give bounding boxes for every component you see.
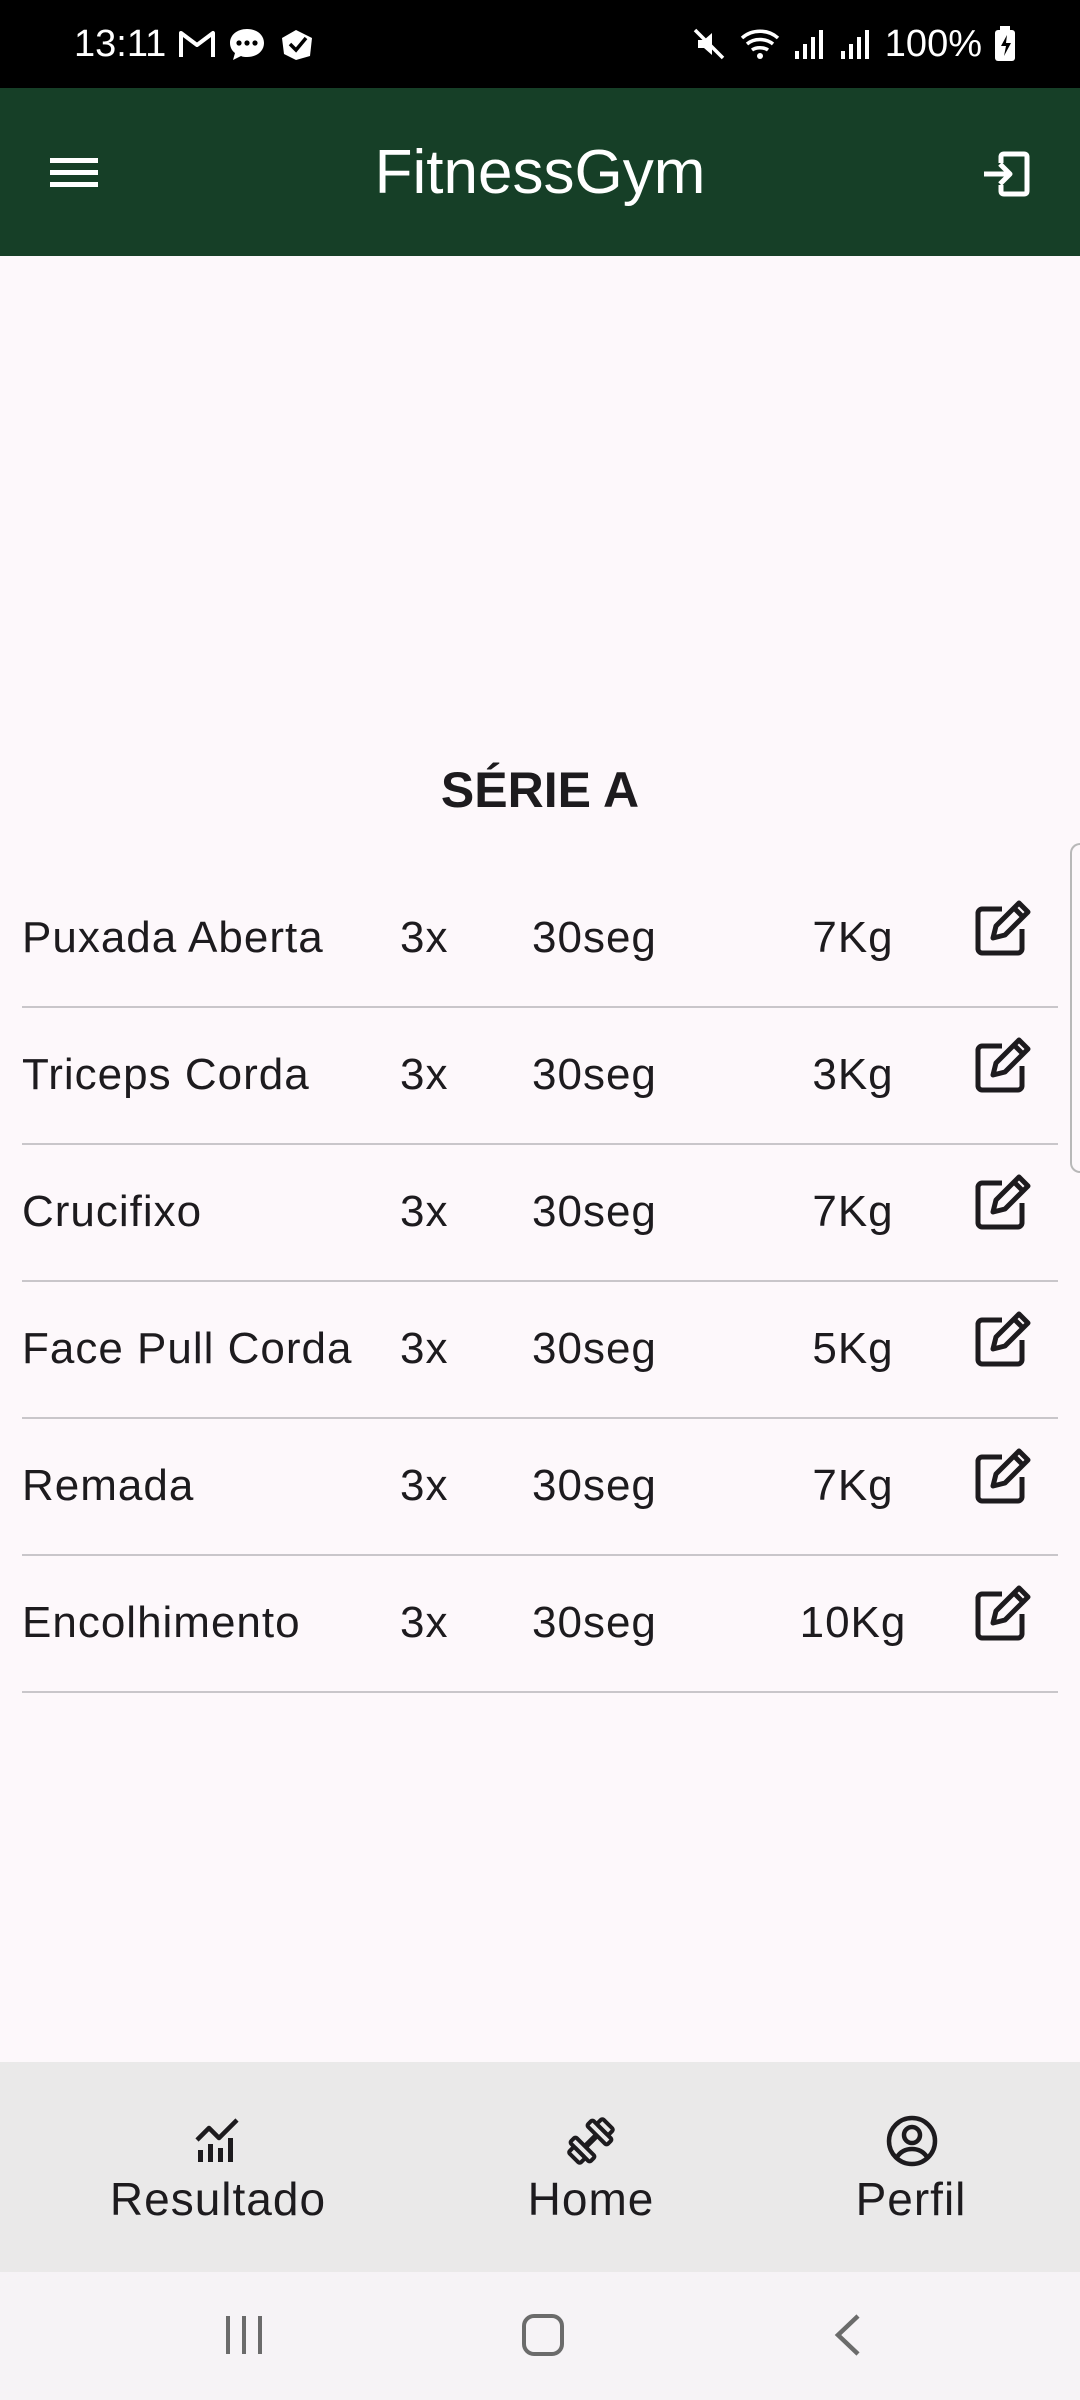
- edit-icon: [975, 1311, 1031, 1367]
- logout-icon: [984, 151, 1030, 197]
- home-icon: [522, 2314, 564, 2356]
- exercise-row: Crucifixo 3x 30seg 7Kg: [22, 1145, 1058, 1282]
- edit-icon: [975, 900, 1031, 956]
- exercise-row: Encolhimento 3x 30seg 10Kg: [22, 1556, 1058, 1693]
- menu-button[interactable]: [48, 146, 102, 200]
- exercise-row: Remada 3x 30seg 7Kg: [22, 1419, 1058, 1556]
- nav-home-label: Home: [527, 2173, 655, 2225]
- exercise-name: Triceps Corda: [22, 1050, 310, 1099]
- exercise-sets: 3x: [400, 1050, 449, 1099]
- exercise-name: Puxada Aberta: [22, 913, 324, 962]
- back-button[interactable]: [828, 2312, 868, 2363]
- back-icon: [834, 2314, 860, 2356]
- account-circle-icon: [886, 2115, 938, 2167]
- edit-exercise-button[interactable]: [972, 1584, 1032, 1644]
- recents-icon: [226, 2316, 262, 2354]
- app-title: FitnessGym: [374, 137, 706, 207]
- exercise-sets: 3x: [400, 1324, 449, 1373]
- exercise-name: Face Pull Corda: [22, 1324, 353, 1373]
- exercise-table: Puxada Aberta 3x 30seg 7Kg Triceps Corda…: [22, 871, 1058, 1693]
- nav-resultado-label: Resultado: [109, 2173, 327, 2225]
- chart-icon: [195, 2118, 239, 2162]
- wifi-icon: [739, 26, 781, 62]
- edit-icon: [975, 1037, 1031, 1093]
- exercise-sets: 3x: [400, 1187, 449, 1236]
- nav-home[interactable]: Home: [501, 2062, 681, 2272]
- exercise-name: Remada: [22, 1461, 195, 1510]
- exercise-rest: 30seg: [532, 913, 657, 962]
- exercise-weight: 5Kg: [812, 1324, 894, 1373]
- exercise-sets: 3x: [400, 1461, 449, 1510]
- edit-icon: [975, 1174, 1031, 1230]
- edit-icon: [975, 1448, 1031, 1504]
- exercise-weight: 7Kg: [812, 913, 894, 962]
- exercise-name: Encolhimento: [22, 1598, 301, 1647]
- exercise-rest: 30seg: [532, 1050, 657, 1099]
- exercise-weight: 7Kg: [812, 1461, 894, 1510]
- gmail-icon: [178, 29, 216, 59]
- menu-icon: [50, 158, 98, 187]
- workout-title: SÉRIE A: [440, 762, 640, 818]
- edit-exercise-button[interactable]: [972, 1173, 1032, 1233]
- status-right: 100%: [691, 23, 1016, 66]
- exercise-rest: 30seg: [532, 1187, 657, 1236]
- edit-exercise-button[interactable]: [972, 1036, 1032, 1096]
- home-system-button[interactable]: [520, 2312, 566, 2363]
- system-nav-bar: [0, 2272, 1080, 2400]
- exercise-sets: 3x: [400, 913, 449, 962]
- dumbbell-icon: [567, 2117, 615, 2165]
- exercise-weight: 3Kg: [812, 1050, 894, 1099]
- edit-exercise-button[interactable]: [972, 1310, 1032, 1370]
- exercise-rest: 30seg: [532, 1598, 657, 1647]
- status-left: 13:11: [74, 23, 316, 66]
- exercise-sets: 3x: [400, 1598, 449, 1647]
- nav-perfil[interactable]: Perfil: [836, 2062, 986, 2272]
- signal-icon: [839, 27, 873, 61]
- battery-level: 100%: [884, 22, 982, 65]
- signal-icon: [793, 27, 827, 61]
- edit-exercise-button[interactable]: [972, 1447, 1032, 1507]
- edit-icon: [975, 1585, 1031, 1641]
- logout-button[interactable]: [978, 146, 1034, 202]
- nav-perfil-label: Perfil: [855, 2173, 967, 2225]
- exercise-row: Puxada Aberta 3x 30seg 7Kg: [22, 871, 1058, 1008]
- exercise-row: Triceps Corda 3x 30seg 3Kg: [22, 1008, 1058, 1145]
- bottom-nav: Resultado Home Perfil: [0, 2062, 1080, 2272]
- exercise-weight: 7Kg: [812, 1187, 894, 1236]
- mute-icon: [691, 26, 727, 62]
- edit-exercise-button[interactable]: [972, 899, 1032, 959]
- nav-resultado[interactable]: Resultado: [98, 2062, 338, 2272]
- edge-panel-handle[interactable]: [1070, 843, 1080, 1173]
- exercise-weight: 10Kg: [799, 1598, 907, 1647]
- chat-bubble-icon: [228, 26, 266, 62]
- exercise-row: Face Pull Corda 3x 30seg 5Kg: [22, 1282, 1058, 1419]
- exercise-name: Crucifixo: [22, 1187, 203, 1236]
- main-content: SÉRIE A Puxada Aberta 3x 30seg 7Kg Trice…: [0, 256, 1080, 2062]
- exercise-rest: 30seg: [532, 1324, 657, 1373]
- recents-button[interactable]: [222, 2312, 266, 2363]
- status-bar: 13:11 100%: [0, 0, 1080, 88]
- exercise-rest: 30seg: [532, 1461, 657, 1510]
- app-notification-icon: [278, 26, 316, 62]
- battery-charging-icon: [994, 26, 1016, 62]
- app-bar: FitnessGym: [0, 88, 1080, 256]
- status-time: 13:11: [74, 22, 167, 65]
